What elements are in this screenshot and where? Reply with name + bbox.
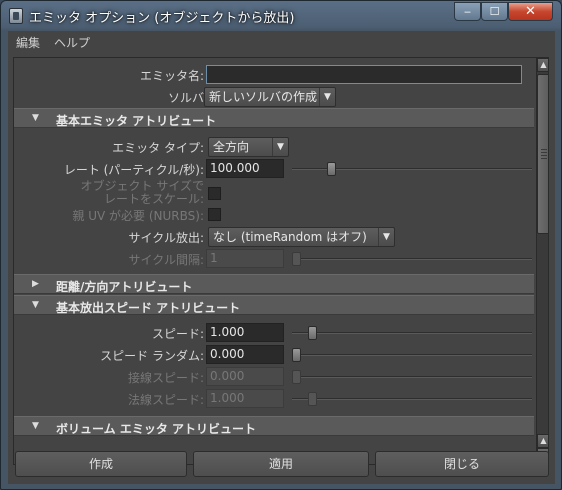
section-basic-title: 基本エミッタ アトリビュート bbox=[56, 114, 217, 128]
grip-line bbox=[541, 152, 547, 153]
rate-label: レート (パーティクル/秒): bbox=[63, 163, 204, 177]
client-area: 編集 ヘルプ エミッタ名: ソルバ 新しいソルバの作成 ▼ ▼ 基本エミッタ ア… bbox=[8, 31, 555, 484]
need-uv-checkbox[interactable] bbox=[208, 208, 221, 221]
speed-slider-track[interactable] bbox=[292, 332, 532, 334]
window-title: エミッタ オプション (オブジェクトから放出) bbox=[29, 11, 295, 26]
section-emission-speed[interactable]: ▼ 基本放出スピード アトリビュート bbox=[14, 295, 534, 315]
emitter-name-label: エミッタ名: bbox=[139, 69, 204, 83]
speed-random-slider-thumb[interactable] bbox=[292, 348, 301, 362]
section-speed-title: 基本放出スピード アトリビュート bbox=[56, 301, 241, 315]
title-bar[interactable]: エミッタ オプション (オブジェクトから放出) ‒ ☐ ✕ bbox=[1, 1, 561, 31]
menu-edit[interactable]: 編集 bbox=[16, 34, 40, 51]
speed-random-input[interactable]: 0.000 bbox=[206, 345, 284, 364]
solver-value: 新しいソルバの作成 bbox=[209, 90, 318, 104]
emitter-type-label: エミッタ タイプ: bbox=[112, 141, 204, 155]
section-distance-title: 距離/方向アトリビュート bbox=[56, 280, 193, 294]
rate-input[interactable]: 100.000 bbox=[206, 159, 284, 178]
chevron-down-icon: ▼ bbox=[319, 88, 335, 106]
scroll-up-icon[interactable]: ▲ bbox=[537, 58, 548, 72]
dialog-window: エミッタ オプション (オブジェクトから放出) ‒ ☐ ✕ 編集 ヘルプ エミッ… bbox=[0, 0, 562, 490]
scale-rate-checkbox[interactable] bbox=[208, 187, 221, 200]
close-button[interactable]: 閉じる bbox=[375, 451, 549, 477]
menu-bar: 編集 ヘルプ bbox=[8, 31, 555, 52]
tangent-speed-label: 接線スピード: bbox=[127, 371, 204, 385]
speed-label: スピード: bbox=[151, 327, 204, 341]
triangle-down-icon: ▼ bbox=[32, 113, 39, 123]
section-volume-emitter[interactable]: ▼ ボリューム エミッタ アトリビュート bbox=[14, 416, 534, 436]
scale-rate-label: オブジェクト サイズで レートをスケール: bbox=[81, 180, 204, 206]
speed-random-label: スピード ランダム: bbox=[100, 349, 204, 363]
emitter-name-input[interactable] bbox=[206, 65, 522, 84]
rate-row: レート (パーティクル/秒): 100.000 bbox=[14, 158, 534, 180]
emitter-type-value: 全方向 bbox=[213, 140, 250, 154]
section-distance-direction[interactable]: ▶ 距離/方向アトリビュート bbox=[14, 274, 534, 294]
speed-slider-thumb[interactable] bbox=[308, 326, 318, 340]
need-uv-row: 親 UV が必要 (NURBS): bbox=[14, 204, 534, 226]
section-volume-title: ボリューム エミッタ アトリビュート bbox=[56, 422, 256, 436]
solver-row: ソルバ 新しいソルバの作成 ▼ bbox=[14, 86, 534, 108]
need-uv-label: 親 UV が必要 (NURBS): bbox=[72, 209, 204, 223]
triangle-right-icon: ▶ bbox=[32, 279, 39, 289]
tangent-speed-slider-track[interactable] bbox=[292, 376, 532, 378]
tangent-speed-row: 接線スピード: 0.000 bbox=[14, 366, 534, 388]
close-window-button[interactable]: ✕ bbox=[508, 2, 553, 21]
cycle-emission-dropdown[interactable]: なし (timeRandom はオフ) ▼ bbox=[208, 227, 395, 247]
cycle-interval-label: サイクル間隔: bbox=[128, 253, 204, 267]
scale-rate-label-line1: オブジェクト サイズで bbox=[80, 179, 204, 193]
speed-random-slider-track[interactable] bbox=[292, 354, 532, 356]
tangent-speed-slider-thumb[interactable] bbox=[292, 370, 301, 384]
scrollbar-thumb[interactable] bbox=[537, 74, 548, 234]
triangle-down-icon: ▼ bbox=[32, 421, 39, 431]
solver-dropdown[interactable]: 新しいソルバの作成 ▼ bbox=[204, 87, 336, 107]
rate-slider-thumb[interactable] bbox=[326, 162, 336, 176]
section-basic-emitter[interactable]: ▼ 基本エミッタ アトリビュート bbox=[14, 108, 534, 128]
chevron-down-icon: ▼ bbox=[272, 138, 288, 156]
normal-speed-row: 法線スピード: 1.000 bbox=[14, 388, 534, 410]
normal-speed-input[interactable]: 1.000 bbox=[206, 389, 284, 408]
emitter-type-dropdown[interactable]: 全方向 ▼ bbox=[208, 137, 289, 157]
emitter-type-row: エミッタ タイプ: 全方向 ▼ bbox=[14, 136, 534, 158]
cycle-interval-row: サイクル間隔: 1 bbox=[14, 248, 534, 270]
normal-speed-slider-track[interactable] bbox=[292, 398, 532, 400]
chevron-down-icon: ▼ bbox=[378, 228, 394, 246]
scroll-up-icon[interactable]: ▲ bbox=[537, 434, 548, 448]
cycle-interval-slider-thumb[interactable] bbox=[292, 252, 301, 266]
button-bar: 作成 適用 閉じる bbox=[8, 449, 555, 484]
speed-random-row: スピード ランダム: 0.000 bbox=[14, 344, 534, 366]
normal-speed-label: 法線スピード: bbox=[127, 393, 204, 407]
cycle-emission-label: サイクル放出: bbox=[128, 231, 204, 245]
speed-row: スピード: 1.000 bbox=[14, 322, 534, 344]
create-button[interactable]: 作成 bbox=[15, 451, 187, 477]
triangle-down-icon: ▼ bbox=[32, 300, 39, 310]
vertical-scrollbar[interactable]: ▲ ▲ ▼ bbox=[536, 58, 548, 464]
emitter-name-row: エミッタ名: bbox=[14, 64, 534, 86]
cycle-emission-row: サイクル放出: なし (timeRandom はオフ) ▼ bbox=[14, 226, 534, 248]
menu-help[interactable]: ヘルプ bbox=[54, 34, 90, 51]
speed-input[interactable]: 1.000 bbox=[206, 323, 284, 342]
options-panel: エミッタ名: ソルバ 新しいソルバの作成 ▼ ▼ 基本エミッタ アトリビュート … bbox=[13, 57, 549, 465]
grip-line bbox=[541, 149, 547, 150]
cycle-emission-value: なし (timeRandom はオフ) bbox=[213, 230, 367, 244]
grip-line bbox=[541, 158, 547, 159]
cycle-interval-slider-track[interactable] bbox=[292, 258, 532, 260]
maximize-button[interactable]: ☐ bbox=[481, 2, 508, 21]
tangent-speed-input[interactable]: 0.000 bbox=[206, 367, 284, 386]
minimize-button[interactable]: ‒ bbox=[454, 2, 481, 21]
apply-button[interactable]: 適用 bbox=[193, 451, 369, 477]
cycle-interval-input[interactable]: 1 bbox=[206, 249, 284, 268]
solver-label: ソルバ bbox=[167, 91, 204, 105]
grip-line bbox=[541, 155, 547, 156]
maya-app-icon[interactable] bbox=[9, 8, 23, 24]
normal-speed-slider-thumb[interactable] bbox=[308, 392, 318, 406]
